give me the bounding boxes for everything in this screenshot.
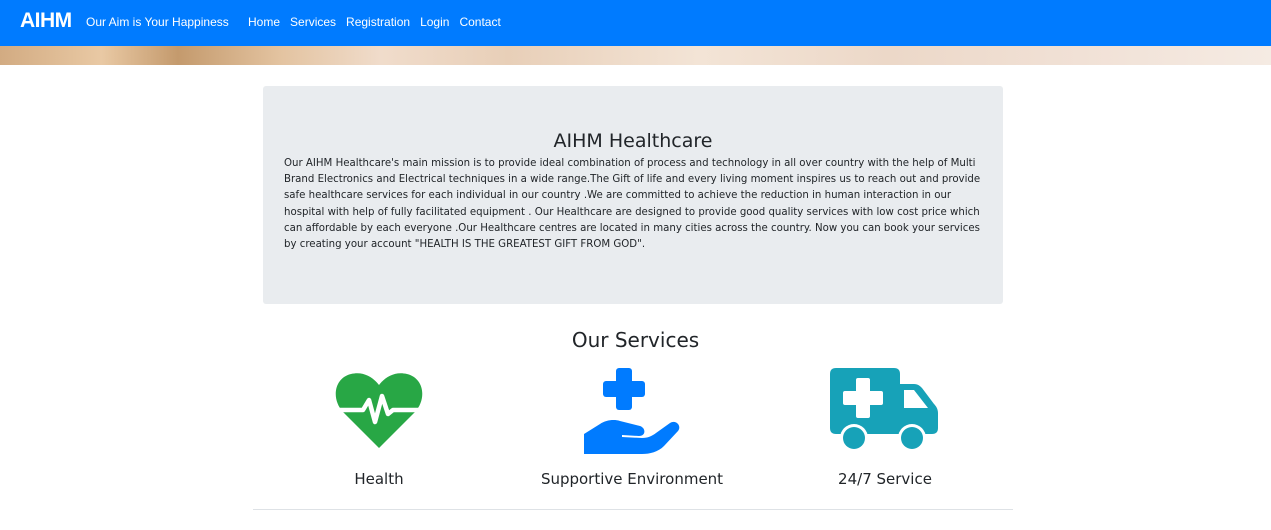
hand-holding-medical-icon <box>584 368 680 454</box>
hero-image-strip <box>0 46 1271 65</box>
service-supportive-environment-label: Supportive Environment <box>540 470 724 488</box>
about-jumbotron: AIHM Healthcare Our AIHM Healthcare's ma… <box>263 86 1003 304</box>
nav-link-registration[interactable]: Registration <box>346 15 410 29</box>
navbar: AIHM Our Aim is Your Happiness Home Serv… <box>0 0 1271 46</box>
nav-link-home[interactable]: Home <box>248 15 280 29</box>
service-supportive-environment: Supportive Environment <box>522 366 742 488</box>
nav-links: Home Services Registration Login Contact <box>248 15 511 29</box>
brand-tagline: Our Aim is Your Happiness <box>86 15 229 29</box>
nav-link-login[interactable]: Login <box>420 15 449 29</box>
service-health-label: Health <box>354 470 404 488</box>
heartbeat-icon <box>335 373 423 448</box>
about-title: AIHM Healthcare <box>553 130 713 152</box>
section-divider <box>253 509 1013 510</box>
service-24-7: 24/7 Service <box>785 366 985 488</box>
service-health: Health <box>279 366 479 488</box>
service-24-7-label: 24/7 Service <box>838 470 932 488</box>
brand-logo[interactable]: AIHM <box>20 9 72 33</box>
ambulance-icon <box>830 368 938 452</box>
nav-link-services[interactable]: Services <box>290 15 336 29</box>
nav-link-contact[interactable]: Contact <box>459 15 500 29</box>
services-title: Our Services <box>571 328 700 352</box>
about-text: Our AIHM Healthcare's main mission is to… <box>284 158 981 251</box>
